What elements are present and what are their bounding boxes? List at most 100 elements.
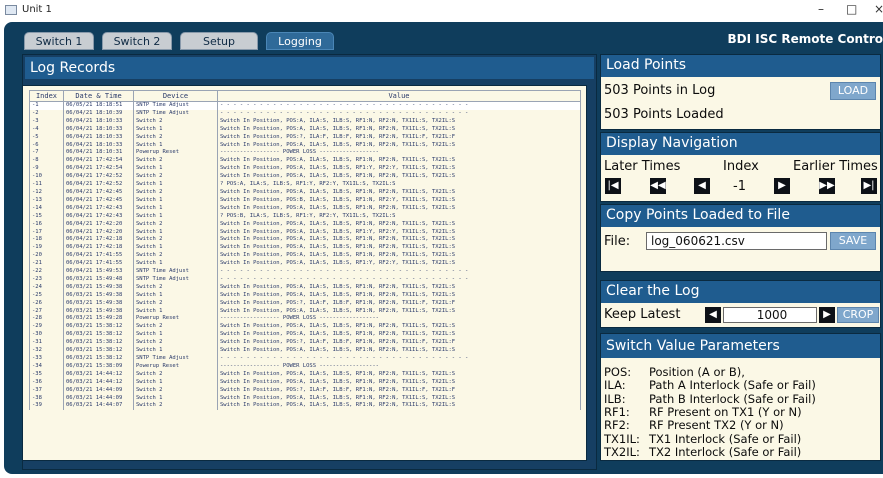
table-row[interactable]: -30 06/03/21 15:38:12 Switch 1 Switch In Po…	[29, 331, 581, 340]
log-cell-value: Switch In Position, POS:?, ILA:F, ILB:F,…	[217, 339, 581, 348]
column-header-device[interactable]: Device	[133, 90, 218, 102]
log-cell-device: SNTP Time Adjust	[133, 109, 218, 118]
file-label: File:	[604, 234, 631, 249]
table-row[interactable]: -14 06/04/21 17:42:43 Switch 1 Switch In Po…	[29, 204, 581, 213]
table-row[interactable]: -6 06/04/21 18:10:33 Switch 1 Switch In Pos…	[29, 141, 581, 150]
table-row[interactable]: -12 06/04/21 17:42:45 Switch 2 Switch In Po…	[29, 188, 581, 197]
step-back-icon[interactable]: ◀	[694, 178, 710, 194]
table-row[interactable]: -34 06/03/21 15:38:09 Powerup Reset -------…	[29, 362, 581, 371]
parameter-key: TX2IL:	[604, 444, 640, 459]
keep-latest-input[interactable]: 1000	[723, 307, 817, 323]
table-row[interactable]: -7 06/04/21 18:10:31 Powerup Reset --------…	[29, 149, 581, 158]
log-table-container[interactable]: Index Date & Time Device Value -1 06/05/2…	[22, 85, 587, 461]
table-row[interactable]: -18 06/04/21 17:42:18 Switch 2 Switch In Po…	[29, 236, 581, 245]
table-row[interactable]: -36 06/03/21 14:44:12 Switch 1 Switch In Po…	[29, 378, 581, 387]
parameter-description: Position (A or B),	[649, 365, 745, 379]
parameter-key: ILB:	[604, 391, 626, 406]
column-header-datetime[interactable]: Date & Time	[63, 90, 134, 102]
table-row[interactable]: -10 06/04/21 17:42:52 Switch 2 Switch In Po…	[29, 173, 581, 182]
window-titlebar: Unit 1 – □ ×	[0, 0, 883, 22]
table-row[interactable]: -37 06/03/21 14:44:09 Switch 2 Switch In Po…	[29, 386, 581, 395]
minimize-icon[interactable]: –	[818, 2, 824, 16]
table-row[interactable]: -17 06/04/21 17:42:20 Switch 1 Switch In Po…	[29, 228, 581, 237]
table-row[interactable]: -1 06/05/21 18:18:51 SNTP Time Adjust - - -…	[29, 101, 581, 110]
table-row[interactable]: -16 06/04/21 17:42:20 Switch 2 Switch In Po…	[29, 220, 581, 229]
tab-setup[interactable]: Setup	[180, 32, 258, 50]
log-cell-index: -32	[29, 347, 64, 355]
log-cell-datetime: 06/03/21 15:49:48	[63, 275, 134, 284]
first-page-icon[interactable]: |◀	[605, 178, 621, 194]
table-row[interactable]: -11 06/04/21 17:42:52 Switch 1? POS:A, ILA…	[29, 181, 581, 189]
table-row[interactable]: -35 06/03/21 14:44:12 Switch 2 Switch In Po…	[29, 370, 581, 379]
log-cell-value: ? POS:B, ILA:S, ILB:S, RF1:Y, RF2:Y, TX1…	[217, 212, 581, 221]
table-row[interactable]: -22 06/04/21 15:49:53 SNTP Time Adjust - - …	[29, 268, 581, 276]
log-cell-value: Switch In Position, POS:A, ILA:S, ILB:S,…	[217, 244, 581, 253]
log-cell-device: Switch 1	[133, 212, 218, 221]
table-row[interactable]: -28 06/03/21 15:49:28 Powerup Reset -------…	[29, 315, 581, 324]
table-row[interactable]: -3 06/04/21 18:10:33 Switch 2 Switch In Pos…	[29, 117, 581, 126]
table-row[interactable]: -24 06/03/21 15:49:38 Switch 2 Switch In Po…	[29, 283, 581, 292]
table-row[interactable]: -23 06/03/21 15:49:48 SNTP Time Adjust - - …	[29, 275, 581, 284]
log-cell-value: Switch In Position, POS:A, ILA:S, ILB:S,…	[217, 347, 581, 355]
table-row[interactable]: -38 06/03/21 14:44:09 Switch 1 Switch In Po…	[29, 394, 581, 403]
crop-button[interactable]: CROP	[837, 307, 879, 323]
later-times-label: Later Times	[604, 159, 681, 174]
last-page-icon[interactable]: ▶|	[861, 178, 877, 194]
tab-switch-2[interactable]: Switch 2	[102, 32, 172, 50]
column-header-index[interactable]: Index	[29, 90, 64, 102]
table-row[interactable]: -4 06/04/21 18:10:33 Switch 1 Switch In Pos…	[29, 125, 581, 134]
log-cell-datetime: 06/04/21 18:10:31	[63, 149, 134, 158]
log-cell-value: - - - - - - - - - - - - - - - - - - - - …	[217, 355, 581, 363]
table-row[interactable]: -33 06/03/21 15:38:12 SNTP Time Adjust - - …	[29, 355, 581, 363]
log-cell-value: Switch In Position, POS:?, ILA:F, ILB:F,…	[217, 386, 581, 395]
table-row[interactable]: -29 06/03/21 15:38:12 Switch 2 Switch In Po…	[29, 323, 581, 332]
save-button[interactable]: SAVE	[830, 232, 876, 250]
table-row[interactable]: -25 06/03/21 15:49:38 Switch 1 Switch In Po…	[29, 291, 581, 300]
table-row[interactable]: -15 06/04/21 17:42:43 Switch 1? POS:B, ILA…	[29, 212, 581, 221]
log-cell-device: Switch 1	[133, 228, 218, 237]
log-cell-device: Switch 2	[133, 370, 218, 379]
table-row[interactable]: -32 06/03/21 15:38:12 Switch 1 Switch In Po…	[29, 347, 581, 355]
log-cell-device: Switch 2	[133, 236, 218, 245]
log-cell-index: -8	[29, 157, 64, 166]
load-button[interactable]: LOAD	[830, 82, 876, 100]
table-row[interactable]: -8 06/04/21 17:42:54 Switch 2 Switch In Pos…	[29, 157, 581, 166]
log-cell-datetime: 06/03/21 14:44:12	[63, 378, 134, 387]
fast-back-icon[interactable]: ◀◀	[650, 178, 666, 194]
file-name-input[interactable]: log_060621.csv	[646, 232, 827, 250]
close-icon[interactable]: ×	[874, 2, 883, 16]
app-window-icon	[5, 5, 17, 15]
clear-log-header: Clear the Log	[601, 281, 880, 303]
log-cell-index: -35	[29, 370, 64, 379]
step-forward-icon[interactable]: ▶	[774, 178, 790, 194]
table-row[interactable]: -26 06/03/21 15:49:38 Switch 2 Switch In Po…	[29, 299, 581, 308]
tab-logging[interactable]: Logging	[266, 32, 334, 50]
log-cell-value: ------------------ POWER LOSS ----------…	[217, 149, 581, 158]
keep-decrease-icon[interactable]: ◀	[705, 307, 721, 323]
table-row[interactable]: -20 06/04/21 17:41:55 Switch 2 Switch In Po…	[29, 252, 581, 261]
table-row[interactable]: -19 06/04/21 17:42:18 Switch 1 Switch In Po…	[29, 244, 581, 253]
log-cell-index: -2	[29, 109, 64, 118]
table-row[interactable]: -13 06/04/21 17:42:45 Switch 1 Switch In Po…	[29, 196, 581, 205]
log-cell-device: Switch 1	[133, 181, 218, 189]
table-row[interactable]: -5 06/04/21 18:10:33 Switch 2 Switch In Pos…	[29, 133, 581, 142]
log-cell-index: -4	[29, 125, 64, 134]
table-row[interactable]: -27 06/03/21 15:49:38 Switch 1 Switch In Po…	[29, 307, 581, 316]
log-cell-value: - - - - - - - - - - - - - - - - - - - - …	[217, 101, 581, 110]
table-row[interactable]: -39 06/03/21 14:44:07 Switch 2 Switch In Po…	[29, 402, 581, 411]
log-cell-device: Switch 2	[133, 323, 218, 332]
table-row[interactable]: -2 06/04/21 18:10:39 SNTP Time Adjust - - -…	[29, 109, 581, 118]
column-header-value[interactable]: Value	[217, 90, 581, 102]
log-cell-value: Switch In Position, POS:?, ILA:F, ILB:F,…	[217, 133, 581, 142]
tab-switch-1[interactable]: Switch 1	[24, 32, 94, 50]
table-row[interactable]: -31 06/03/21 15:38:12 Switch 2 Switch In Po…	[29, 339, 581, 348]
log-table[interactable]: Index Date & Time Device Value -1 06/05/2…	[29, 90, 581, 411]
keep-increase-icon[interactable]: ▶	[819, 307, 835, 323]
table-row[interactable]: -21 06/04/21 17:41:55 Switch 1 Switch In Po…	[29, 260, 581, 269]
table-row[interactable]: -9 06/04/21 17:42:54 Switch 1 Switch In Pos…	[29, 165, 581, 174]
log-cell-index: -24	[29, 283, 64, 292]
maximize-icon[interactable]: □	[846, 2, 857, 16]
log-cell-value: ------------------ POWER LOSS ----------…	[217, 362, 581, 371]
fast-forward-icon[interactable]: ▶▶	[819, 178, 835, 194]
load-points-header: Load Points	[601, 55, 880, 77]
